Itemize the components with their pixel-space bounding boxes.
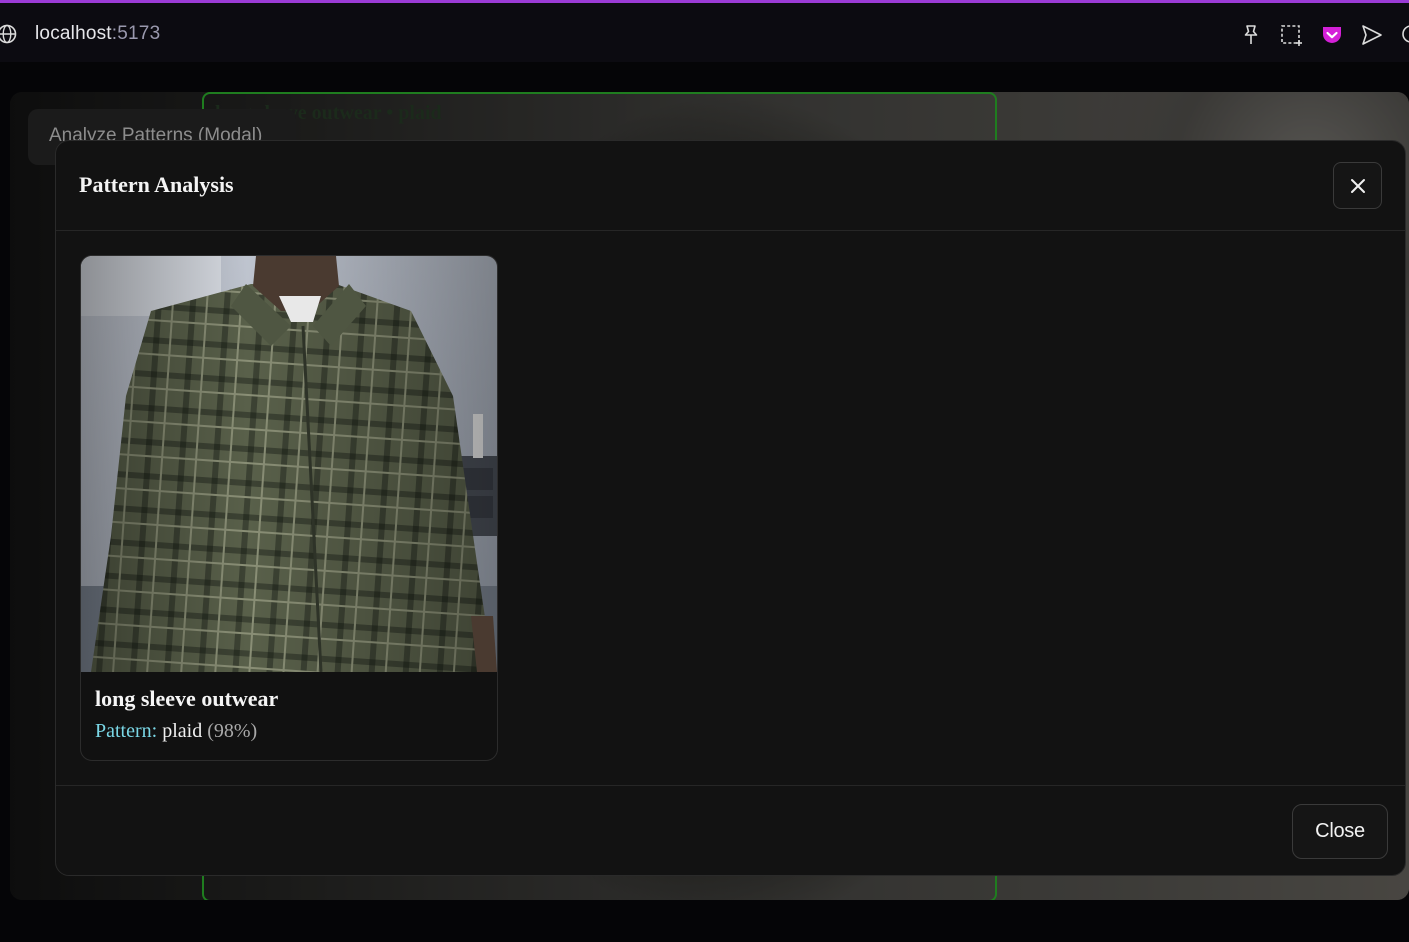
pocket-icon[interactable]: [1320, 23, 1344, 47]
globe-icon: [0, 24, 17, 44]
garment-photo: [81, 256, 497, 672]
pattern-analysis-modal: Pattern Analysis long sleeve outwear Pat…: [55, 140, 1406, 876]
modal-title: Pattern Analysis: [79, 172, 234, 197]
pattern-value: plaid: [162, 720, 203, 742]
modal-close-button[interactable]: [1333, 162, 1382, 209]
pin-icon[interactable]: [1239, 23, 1263, 47]
send-icon[interactable]: [1360, 23, 1384, 47]
garment-name: long sleeve outwear: [95, 686, 279, 711]
chat-icon[interactable]: [1399, 23, 1409, 47]
url-port: :5173: [111, 23, 161, 44]
modal-header: Pattern Analysis: [56, 141, 1405, 231]
address-bar[interactable]: localhost:5173: [35, 23, 160, 45]
close-button[interactable]: Close: [1292, 804, 1388, 859]
pattern-key: Pattern:: [95, 720, 158, 742]
modal-footer: Close: [56, 785, 1405, 875]
browser-toolbar: localhost:5173: [0, 0, 1409, 62]
url-host: localhost: [35, 23, 112, 44]
card-body: long sleeve outwear Pattern: plaid (98%): [95, 686, 278, 743]
screenshot-icon[interactable]: [1279, 23, 1303, 47]
close-icon: [1350, 178, 1365, 193]
pattern-result-card: long sleeve outwear Pattern: plaid (98%): [80, 255, 498, 761]
pattern-line: Pattern: plaid (98%): [95, 720, 278, 743]
pattern-confidence: (98%): [207, 720, 258, 742]
